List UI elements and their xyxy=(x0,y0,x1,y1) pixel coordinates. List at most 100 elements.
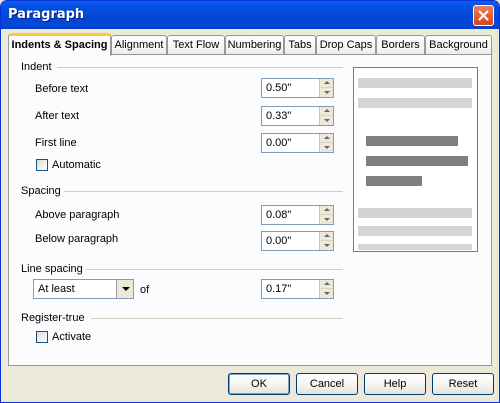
spin-down-button[interactable] xyxy=(320,143,333,152)
paragraph-preview xyxy=(353,67,478,252)
spin-buttons xyxy=(319,232,333,250)
automatic-checkbox[interactable] xyxy=(36,159,48,171)
preview-line xyxy=(366,176,422,186)
line-spacing-value: 0.17" xyxy=(266,283,292,295)
spin-up-button[interactable] xyxy=(320,232,333,241)
after-text-label: After text xyxy=(35,110,80,122)
first-line-spinner[interactable]: 0.00" xyxy=(261,133,334,153)
spin-up-button[interactable] xyxy=(320,79,333,88)
tab-label: Numbering xyxy=(227,39,282,51)
spin-buttons xyxy=(319,206,333,224)
preview-line xyxy=(366,156,468,166)
tab-text-flow[interactable]: Text Flow xyxy=(167,35,225,55)
indent-heading: Indent xyxy=(21,61,52,73)
below-paragraph-value: 0.00" xyxy=(266,235,292,247)
tab-indents-spacing[interactable]: Indents & Spacing xyxy=(8,33,111,56)
spin-down-button[interactable] xyxy=(320,289,333,298)
close-icon xyxy=(478,10,489,21)
paragraph-dialog: Paragraph Indents & Spacing Alignment Te… xyxy=(0,0,500,403)
up-arrow-icon xyxy=(324,208,330,211)
tab-label: Indents & Spacing xyxy=(11,39,108,51)
tab-numbering[interactable]: Numbering xyxy=(225,35,284,55)
ok-button[interactable]: OK xyxy=(228,373,290,395)
tab-background[interactable]: Background xyxy=(425,35,492,55)
indents-spacing-panel: Indent Before text 0.50" After text 0.33… xyxy=(8,54,492,366)
down-arrow-icon xyxy=(324,119,330,122)
preview-line xyxy=(358,78,472,88)
divider xyxy=(86,269,343,270)
before-text-label: Before text xyxy=(35,83,89,95)
up-arrow-icon xyxy=(324,282,330,285)
spin-buttons xyxy=(319,280,333,298)
preview-line xyxy=(358,244,472,250)
spin-up-button[interactable] xyxy=(320,107,333,116)
tab-label: Alignment xyxy=(114,39,164,51)
divider xyxy=(64,191,343,192)
tab-label: Drop Caps xyxy=(319,39,373,51)
preview-line xyxy=(358,226,472,236)
preview-line xyxy=(366,136,458,146)
down-arrow-icon xyxy=(324,218,330,221)
cancel-button[interactable]: Cancel xyxy=(296,373,358,395)
window-title: Paragraph xyxy=(8,7,85,22)
above-paragraph-value: 0.08" xyxy=(266,209,292,221)
up-arrow-icon xyxy=(324,234,330,237)
line-spacing-heading: Line spacing xyxy=(21,263,83,275)
spacing-heading: Spacing xyxy=(21,185,61,197)
tab-alignment[interactable]: Alignment xyxy=(111,35,167,55)
line-spacing-selected: At least xyxy=(38,283,75,295)
up-arrow-icon xyxy=(324,81,330,84)
down-arrow-icon xyxy=(324,292,330,295)
reset-button[interactable]: Reset xyxy=(432,373,494,395)
before-text-value: 0.50" xyxy=(266,82,292,94)
of-label: of xyxy=(140,284,150,296)
tab-strip: Indents & Spacing Alignment Text Flow Nu… xyxy=(8,33,492,56)
up-arrow-icon xyxy=(324,136,330,139)
tab-label: Background xyxy=(429,39,488,51)
activate-checkbox[interactable] xyxy=(36,331,48,343)
help-button[interactable]: Help xyxy=(364,373,426,395)
line-spacing-value-spinner[interactable]: 0.17" xyxy=(261,279,334,299)
above-paragraph-spinner[interactable]: 0.08" xyxy=(261,205,334,225)
line-spacing-dropdown[interactable]: At least xyxy=(33,279,134,299)
tab-drop-caps[interactable]: Drop Caps xyxy=(316,35,376,55)
first-line-label: First line xyxy=(35,137,77,149)
preview-line xyxy=(358,98,472,108)
chevron-down-icon xyxy=(122,287,130,291)
down-arrow-icon xyxy=(324,146,330,149)
spin-up-button[interactable] xyxy=(320,280,333,289)
before-text-spinner[interactable]: 0.50" xyxy=(261,78,334,98)
close-button[interactable] xyxy=(473,5,494,26)
spin-down-button[interactable] xyxy=(320,116,333,125)
after-text-spinner[interactable]: 0.33" xyxy=(261,106,334,126)
tab-label: Tabs xyxy=(288,39,312,51)
tab-borders[interactable]: Borders xyxy=(376,35,425,55)
automatic-label: Automatic xyxy=(52,159,101,171)
spin-buttons xyxy=(319,134,333,152)
dropdown-button[interactable] xyxy=(116,280,133,298)
spin-up-button[interactable] xyxy=(320,206,333,215)
spin-buttons xyxy=(319,79,333,97)
title-bar[interactable]: Paragraph xyxy=(1,1,499,29)
preview-line xyxy=(358,208,472,218)
tab-tabs[interactable]: Tabs xyxy=(284,35,316,55)
activate-label: Activate xyxy=(52,331,92,343)
register-true-heading: Register-true xyxy=(21,312,85,324)
up-arrow-icon xyxy=(324,109,330,112)
spin-down-button[interactable] xyxy=(320,215,333,224)
spin-buttons xyxy=(319,107,333,125)
tab-label: Borders xyxy=(381,39,420,51)
divider xyxy=(57,67,343,68)
first-line-value: 0.00" xyxy=(266,137,292,149)
below-paragraph-label: Below paragraph xyxy=(35,233,119,245)
spin-down-button[interactable] xyxy=(320,241,333,250)
below-paragraph-spinner[interactable]: 0.00" xyxy=(261,231,334,251)
spin-down-button[interactable] xyxy=(320,88,333,97)
down-arrow-icon xyxy=(324,91,330,94)
tab-label: Text Flow xyxy=(172,39,220,51)
down-arrow-icon xyxy=(324,244,330,247)
above-paragraph-label: Above paragraph xyxy=(35,209,120,221)
spin-up-button[interactable] xyxy=(320,134,333,143)
after-text-value: 0.33" xyxy=(266,110,292,122)
divider xyxy=(91,318,343,319)
